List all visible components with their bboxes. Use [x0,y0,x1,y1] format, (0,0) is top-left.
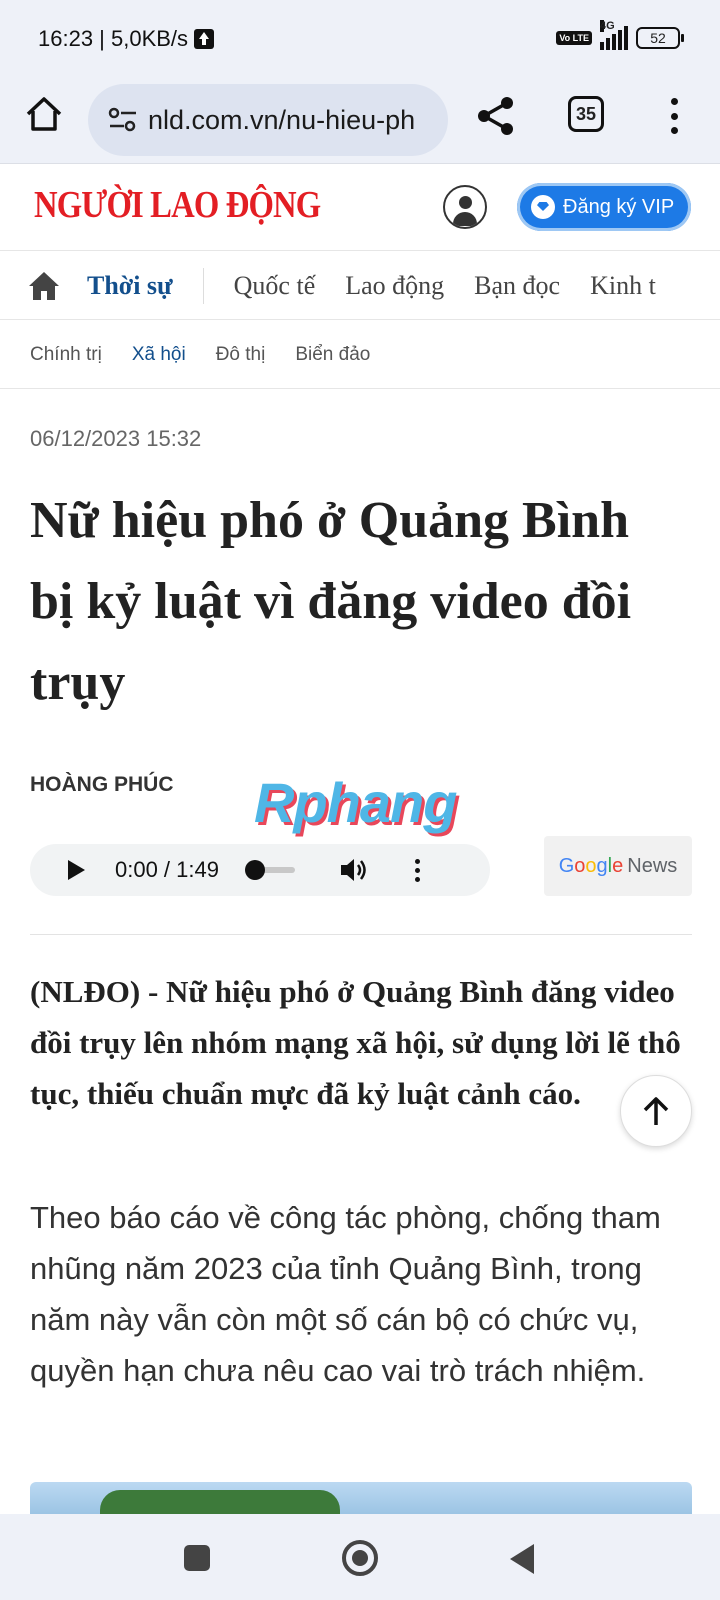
audio-player: 0:00 / 1:49 [30,844,490,896]
google-news-label: News [627,854,678,877]
nav-item-kinh-te[interactable]: Kinh t [590,271,656,301]
diamond-icon [531,195,555,219]
audio-more-icon[interactable] [414,858,420,882]
article-headline: Nữ hiệu phó ở Quảng Bình bị kỷ luật vì đ… [30,492,632,711]
url-text[interactable]: nld.com.vn/nu-hieu-ph [148,105,415,136]
article-sapo: (NLĐO) - Nữ hiệu phó ở Quảng Bình đăng v… [30,974,681,1111]
site-logo[interactable]: NGƯỜI LAO ĐỘNG [34,183,321,227]
recents-icon[interactable] [184,1545,210,1571]
site-header: NGƯỜI LAO ĐỘNG Đăng ký VIP [0,165,720,251]
status-time: 16:23 | 5,0KB/s [38,26,189,51]
sub-nav-xa-hoi[interactable]: Xã hội [132,344,186,366]
user-account-icon[interactable] [443,185,487,229]
browser-toolbar: nld.com.vn/nu-hieu-ph 35 [0,80,720,164]
volume-icon[interactable] [339,856,369,884]
watermark-logo: Rphang [254,771,457,834]
upload-icon [194,29,215,49]
article-body-paragraph: Theo báo cáo về công tác phòng, chống th… [30,1200,661,1388]
status-right: Vo LTE 4G 52 [556,20,684,50]
scroll-to-top-button[interactable] [620,1075,692,1147]
nav-home-icon[interactable] [27,269,61,303]
sub-nav-bien-dao[interactable]: Biển đảo [295,344,370,366]
arrow-up-icon [643,1097,669,1125]
status-bar: 16:23 | 5,0KB/s Vo LTE 4G 52 [0,0,720,80]
share-icon[interactable] [474,94,518,138]
sub-nav-do-thi[interactable]: Đô thị [216,344,266,366]
network-label: 4G [600,20,615,32]
nav-item-quoc-te[interactable]: Quốc tế [234,271,316,301]
vip-register-button[interactable]: Đăng ký VIP [517,183,691,231]
main-nav: Thời sự Quốc tế Lao động Bạn đọc Kinh t [0,252,720,320]
back-icon[interactable] [510,1544,534,1574]
audio-seek-slider[interactable] [244,860,295,880]
article-date: 06/12/2023 15:32 [30,426,202,451]
article-divider [30,934,692,935]
article-author[interactable]: HOÀNG PHÚC [30,773,174,797]
system-nav-bar [0,1514,720,1600]
sub-nav: Chính trị Xã hội Đô thị Biển đảo [0,321,720,389]
url-bar[interactable]: nld.com.vn/nu-hieu-ph [88,84,448,156]
home-icon[interactable] [24,94,64,134]
volte-icon: Vo LTE [556,31,592,45]
audio-time: 0:00 / 1:49 [115,857,219,882]
nav-item-ban-doc[interactable]: Bạn đọc [474,271,560,301]
vip-label: Đăng ký VIP [563,195,675,218]
tabs-button[interactable]: 35 [568,96,604,132]
nav-item-lao-dong[interactable]: Lao động [345,271,444,301]
nav-item-thoi-su[interactable]: Thời sự [87,271,173,301]
browser-menu-icon[interactable] [664,96,684,136]
nav-divider [202,267,204,304]
google-news-button[interactable]: Google News [544,836,692,896]
google-news-logo: Google [558,854,624,877]
play-icon[interactable] [68,860,85,880]
signal-icon: 4G [600,20,628,50]
home-nav-icon[interactable] [342,1540,378,1576]
battery-icon: 52 [636,27,684,49]
sub-nav-chinh-tri[interactable]: Chính trị [30,344,102,366]
site-settings-icon[interactable] [108,107,138,133]
status-left: 16:23 | 5,0KB/s [38,26,215,52]
article-photo[interactable] [30,1482,692,1514]
